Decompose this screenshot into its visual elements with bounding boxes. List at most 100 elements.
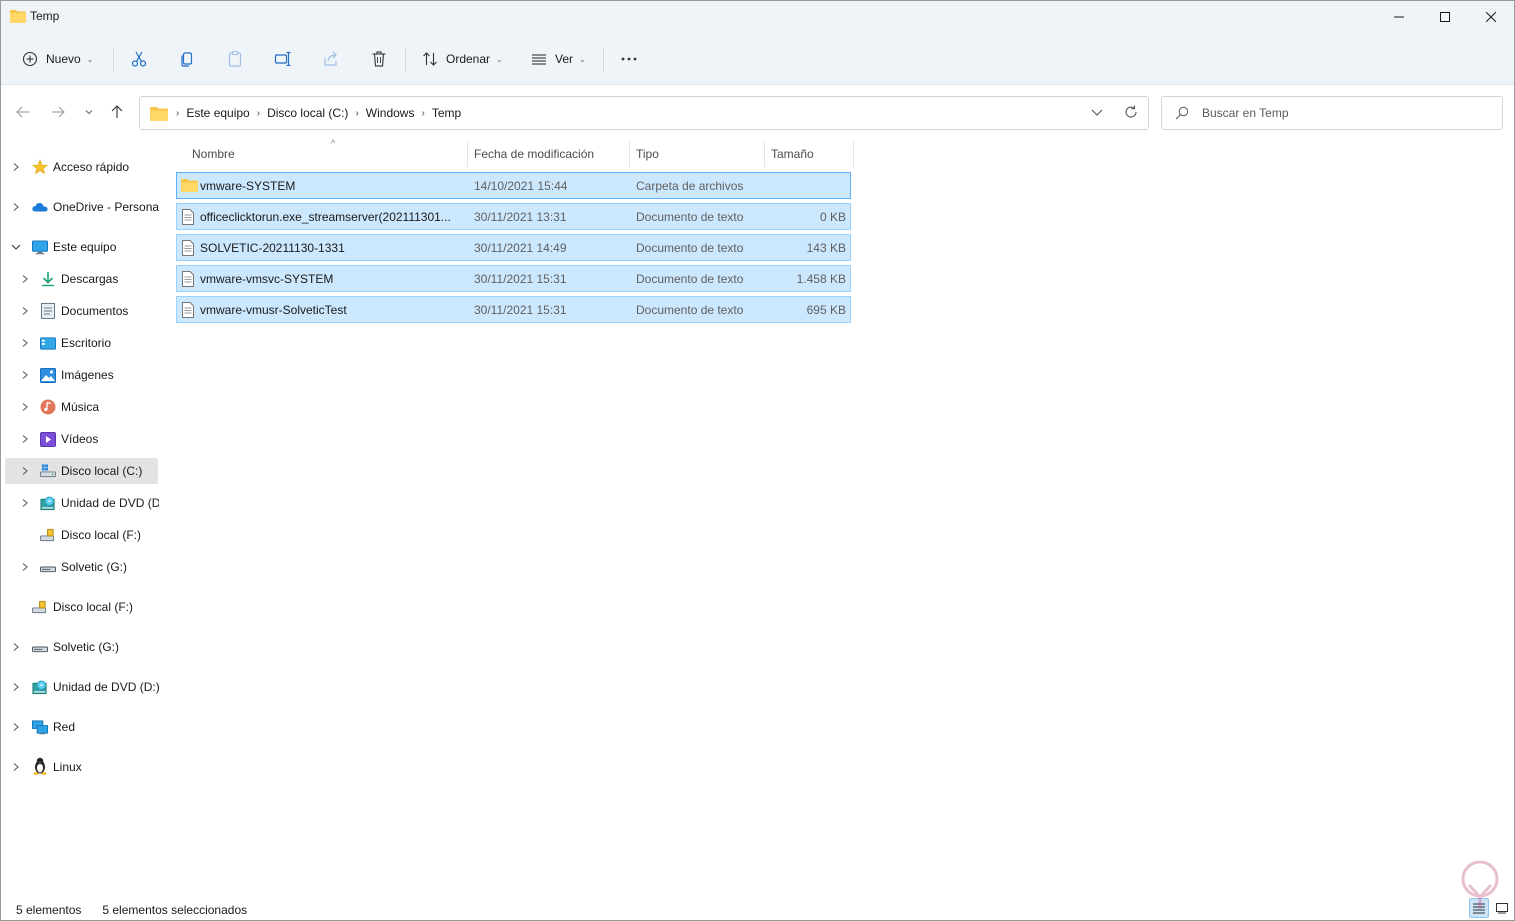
chevron-right-icon[interactable] — [20, 466, 30, 476]
back-button[interactable] — [13, 101, 33, 123]
sidebar-item-label: Disco local (F:) — [61, 528, 142, 542]
refresh-icon — [1125, 105, 1137, 118]
chevron-down-icon[interactable] — [11, 242, 21, 252]
breadcrumb-temp[interactable]: Temp — [427, 106, 466, 120]
view-label: Ver — [555, 52, 574, 66]
file-row[interactable]: vmware-SYSTEM 14/10/2021 15:44 Carpeta d… — [176, 172, 851, 199]
share-button[interactable] — [322, 41, 340, 77]
up-button[interactable] — [107, 101, 127, 123]
view-button[interactable]: Ver ⌄ — [531, 41, 586, 77]
column-header-type[interactable]: Tipo — [630, 141, 765, 167]
sidebar-item-linux[interactable]: Linux — [5, 754, 158, 780]
sidebar-item-disco-local-f-root[interactable]: Disco local (F:) — [5, 594, 158, 620]
chevron-right-icon[interactable] — [20, 498, 30, 508]
sidebar-item-label: Unidad de DVD (D:) — [53, 680, 159, 694]
sidebar-item-este-equipo[interactable]: Este equipo — [5, 234, 158, 260]
sidebar-item-label: Disco local (C:) — [61, 464, 143, 478]
download-icon — [40, 271, 56, 287]
chevron-right-icon[interactable] — [20, 274, 30, 284]
status-bar: 5 elementos 5 elementos seleccionados — [16, 903, 247, 917]
file-type: Documento de texto — [636, 210, 744, 224]
chevron-right-icon[interactable] — [20, 338, 30, 348]
column-header-size[interactable]: Tamaño — [765, 141, 854, 167]
sidebar-item-label: Linux — [53, 760, 82, 774]
sidebar-item-red[interactable]: Red — [5, 714, 158, 740]
breadcrumb-este-equipo[interactable]: Este equipo — [181, 106, 254, 120]
chevron-right-icon[interactable] — [20, 402, 30, 412]
delete-icon — [372, 51, 386, 67]
file-row[interactable]: officeclicktorun.exe_streamserver(202111… — [176, 203, 851, 230]
pictures-icon — [40, 367, 56, 383]
delete-button[interactable] — [370, 41, 388, 77]
address-bar[interactable]: › Este equipo › Disco local (C:) › Windo… — [139, 96, 1149, 130]
desktop-icon — [40, 335, 56, 351]
drive-icon — [40, 559, 56, 575]
more-options-button[interactable] — [620, 41, 638, 77]
address-dropdown-button[interactable] — [1090, 105, 1104, 122]
text-file-icon — [181, 271, 197, 287]
file-type: Documento de texto — [636, 272, 744, 286]
copy-button[interactable] — [178, 41, 196, 77]
file-date: 30/11/2021 14:49 — [474, 241, 567, 255]
sidebar-item-imagenes[interactable]: Imágenes — [5, 362, 158, 388]
sidebar-item-musica[interactable]: Música — [5, 394, 158, 420]
sidebar-item-videos[interactable]: Vídeos — [5, 426, 158, 452]
chevron-right-icon[interactable] — [11, 722, 21, 732]
cut-icon — [131, 51, 147, 67]
file-name: officeclicktorun.exe_streamserver(202111… — [200, 210, 451, 224]
title-bar[interactable]: Temp — [1, 1, 1514, 33]
sidebar-item-disco-local-c[interactable]: Disco local (C:) — [5, 458, 158, 484]
sidebar-item-disco-local-f[interactable]: Disco local (F:) — [5, 522, 158, 548]
breadcrumb-windows[interactable]: Windows — [361, 106, 420, 120]
column-header-date[interactable]: Fecha de modificación — [468, 141, 630, 167]
close-button[interactable] — [1468, 1, 1514, 33]
sidebar-item-escritorio[interactable]: Escritorio — [5, 330, 158, 356]
chevron-right-icon[interactable] — [11, 682, 21, 692]
file-size: 143 KB — [806, 241, 846, 255]
rename-button[interactable] — [274, 41, 292, 77]
chevron-right-icon[interactable] — [11, 162, 21, 172]
folder-icon — [150, 106, 168, 121]
sidebar-item-label: Música — [61, 400, 100, 414]
new-button[interactable]: Nuevo ⌄ — [22, 41, 93, 77]
sidebar-item-solvetic-g-root[interactable]: Solvetic (G:) — [5, 634, 158, 660]
file-name: SOLVETIC-20211130-1331 — [200, 241, 345, 255]
drive-icon — [32, 639, 48, 655]
maximize-button[interactable] — [1422, 1, 1468, 33]
text-file-icon — [181, 240, 197, 256]
sidebar-item-unidad-dvd[interactable]: Unidad de DVD (D:) — [5, 490, 159, 516]
refresh-button[interactable] — [1123, 104, 1139, 123]
search-box[interactable]: Buscar en Temp — [1161, 96, 1503, 130]
usb-drive-icon — [32, 599, 48, 615]
column-header-name[interactable]: Nombre ^ — [186, 138, 468, 167]
file-size: 1.458 KB — [796, 272, 846, 286]
chevron-right-icon[interactable] — [11, 202, 21, 212]
drive-c-icon — [40, 463, 56, 479]
chevron-right-icon[interactable] — [11, 762, 21, 772]
file-row[interactable]: vmware-vmusr-SolveticTest 30/11/2021 15:… — [176, 296, 851, 323]
minimize-button[interactable] — [1376, 1, 1422, 33]
sidebar-item-unidad-dvd-root[interactable]: Unidad de DVD (D:) — [5, 674, 159, 700]
sidebar-item-onedrive[interactable]: OneDrive - Personal — [5, 194, 159, 220]
chevron-right-icon[interactable] — [11, 642, 21, 652]
cut-button[interactable] — [130, 41, 148, 77]
chevron-right-icon[interactable] — [20, 434, 30, 444]
search-placeholder: Buscar en Temp — [1202, 106, 1289, 120]
chevron-right-icon[interactable] — [20, 370, 30, 380]
sidebar-item-descargas[interactable]: Descargas — [5, 266, 158, 292]
breadcrumb-disco-local-c[interactable]: Disco local (C:) — [262, 106, 353, 120]
recent-locations-button[interactable] — [79, 101, 99, 123]
sidebar-item-solvetic-g[interactable]: Solvetic (G:) — [5, 554, 158, 580]
linux-icon — [32, 757, 48, 775]
sidebar-item-documentos[interactable]: Documentos — [5, 298, 158, 324]
file-row[interactable]: vmware-vmsvc-SYSTEM 30/11/2021 15:31 Doc… — [176, 265, 851, 292]
sort-button[interactable]: Ordenar ⌄ — [422, 41, 503, 77]
forward-button[interactable] — [48, 101, 68, 123]
chevron-right-icon[interactable] — [20, 562, 30, 572]
file-row[interactable]: SOLVETIC-20211130-1331 30/11/2021 14:49 … — [176, 234, 851, 261]
folder-icon — [10, 9, 26, 23]
sidebar-item-acceso-rapido[interactable]: Acceso rápido — [5, 154, 158, 180]
copy-icon — [181, 52, 193, 67]
paste-button[interactable] — [226, 41, 244, 77]
chevron-right-icon[interactable] — [20, 306, 30, 316]
